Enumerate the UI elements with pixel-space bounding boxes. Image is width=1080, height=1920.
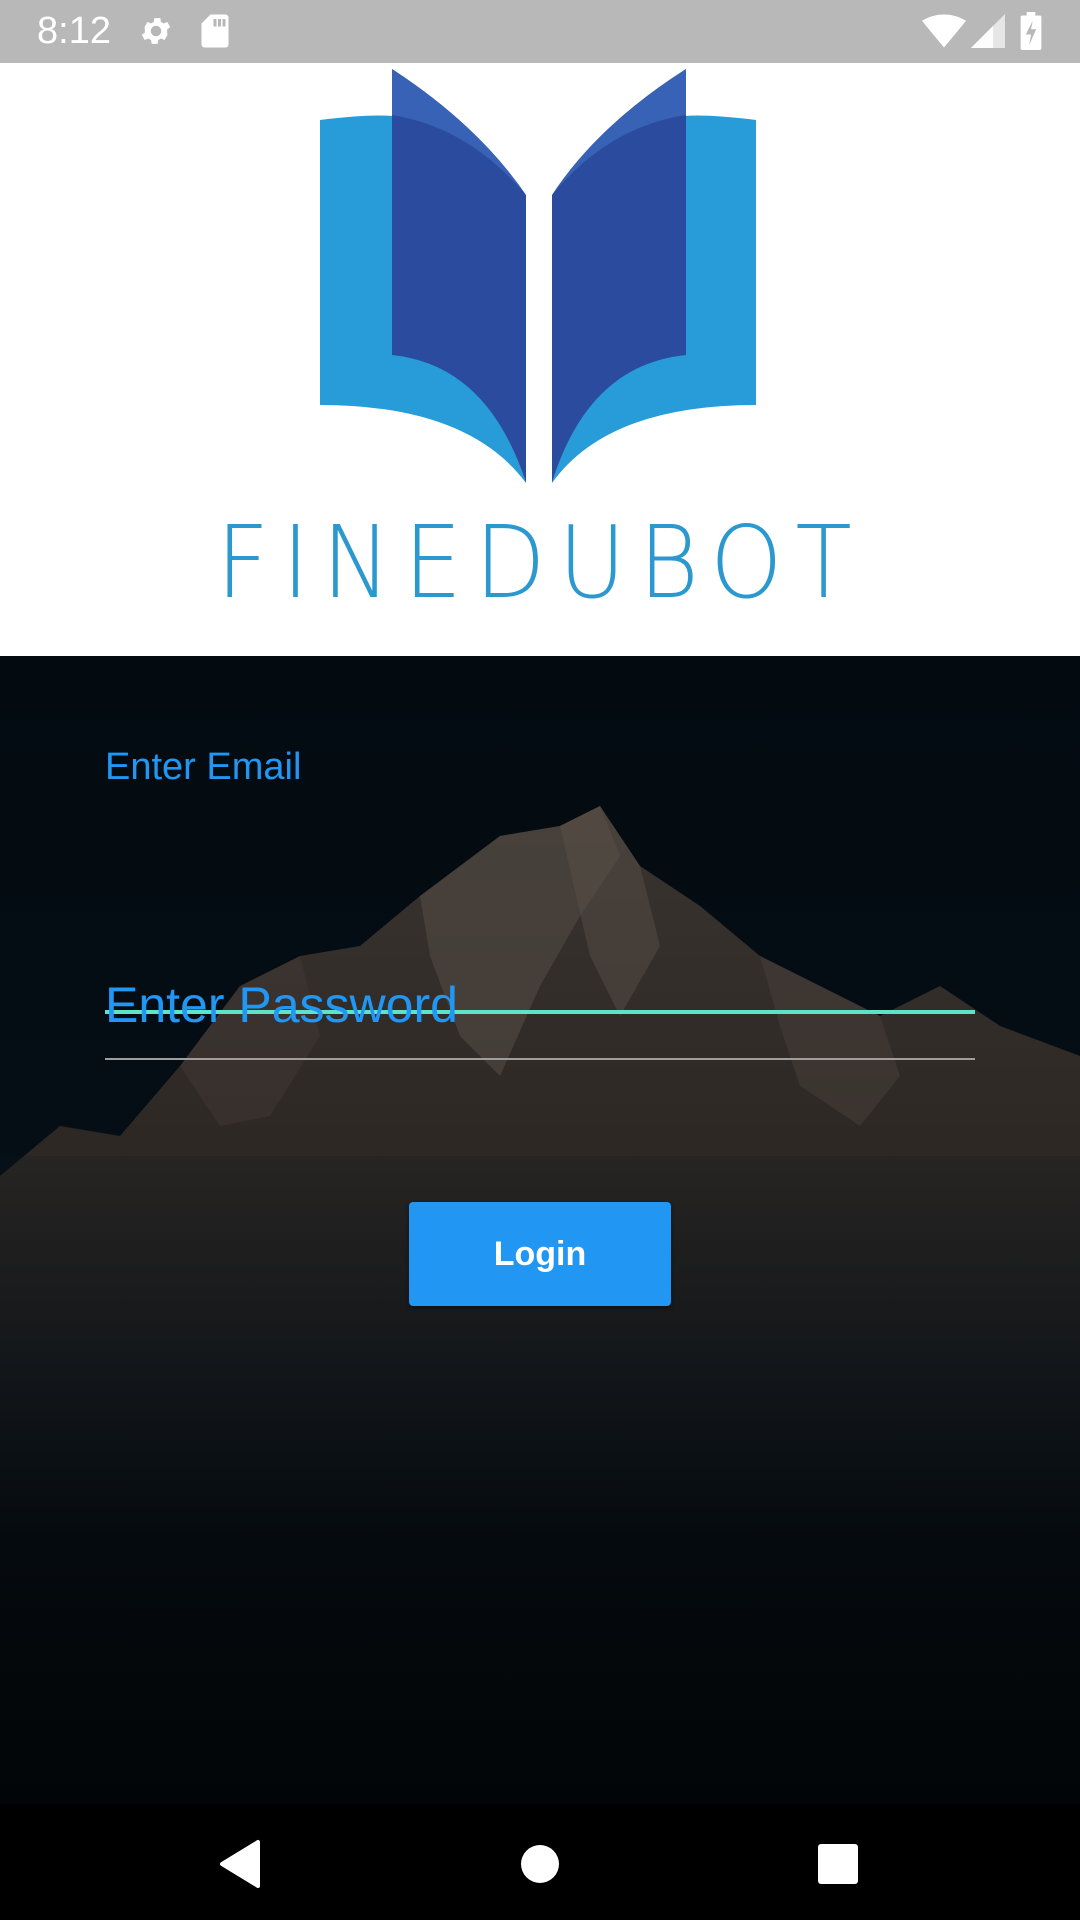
logo-header: FINEDUBOT — [0, 63, 1080, 656]
status-time: 8:12 — [37, 10, 111, 52]
wifi-icon — [922, 14, 966, 48]
navigation-bar — [0, 1804, 1080, 1920]
sd-card-icon — [201, 14, 229, 48]
password-label: Enter Password — [105, 977, 458, 1033]
gear-icon — [141, 18, 171, 44]
email-label: Enter Email — [105, 746, 302, 788]
status-bar: 8:12 — [0, 0, 1080, 63]
home-icon[interactable] — [510, 1834, 570, 1894]
back-icon[interactable] — [212, 1834, 272, 1894]
password-underline — [105, 1058, 975, 1060]
signal-icon — [971, 14, 1005, 48]
logo-wordmark: FINEDUBOT — [215, 504, 865, 621]
battery-charging-icon — [1020, 12, 1042, 50]
open-book-logo — [320, 69, 756, 483]
login-panel: Enter Email Enter Password Login — [0, 656, 1080, 1804]
login-screen: 8:12 FINEDUBOT Enter Email Enter Passwor… — [0, 0, 1080, 1920]
password-field[interactable]: Enter Password — [105, 976, 975, 1096]
login-button[interactable]: Login — [409, 1202, 671, 1306]
recents-icon[interactable] — [808, 1834, 868, 1894]
email-field[interactable]: Enter Email — [105, 746, 975, 1014]
